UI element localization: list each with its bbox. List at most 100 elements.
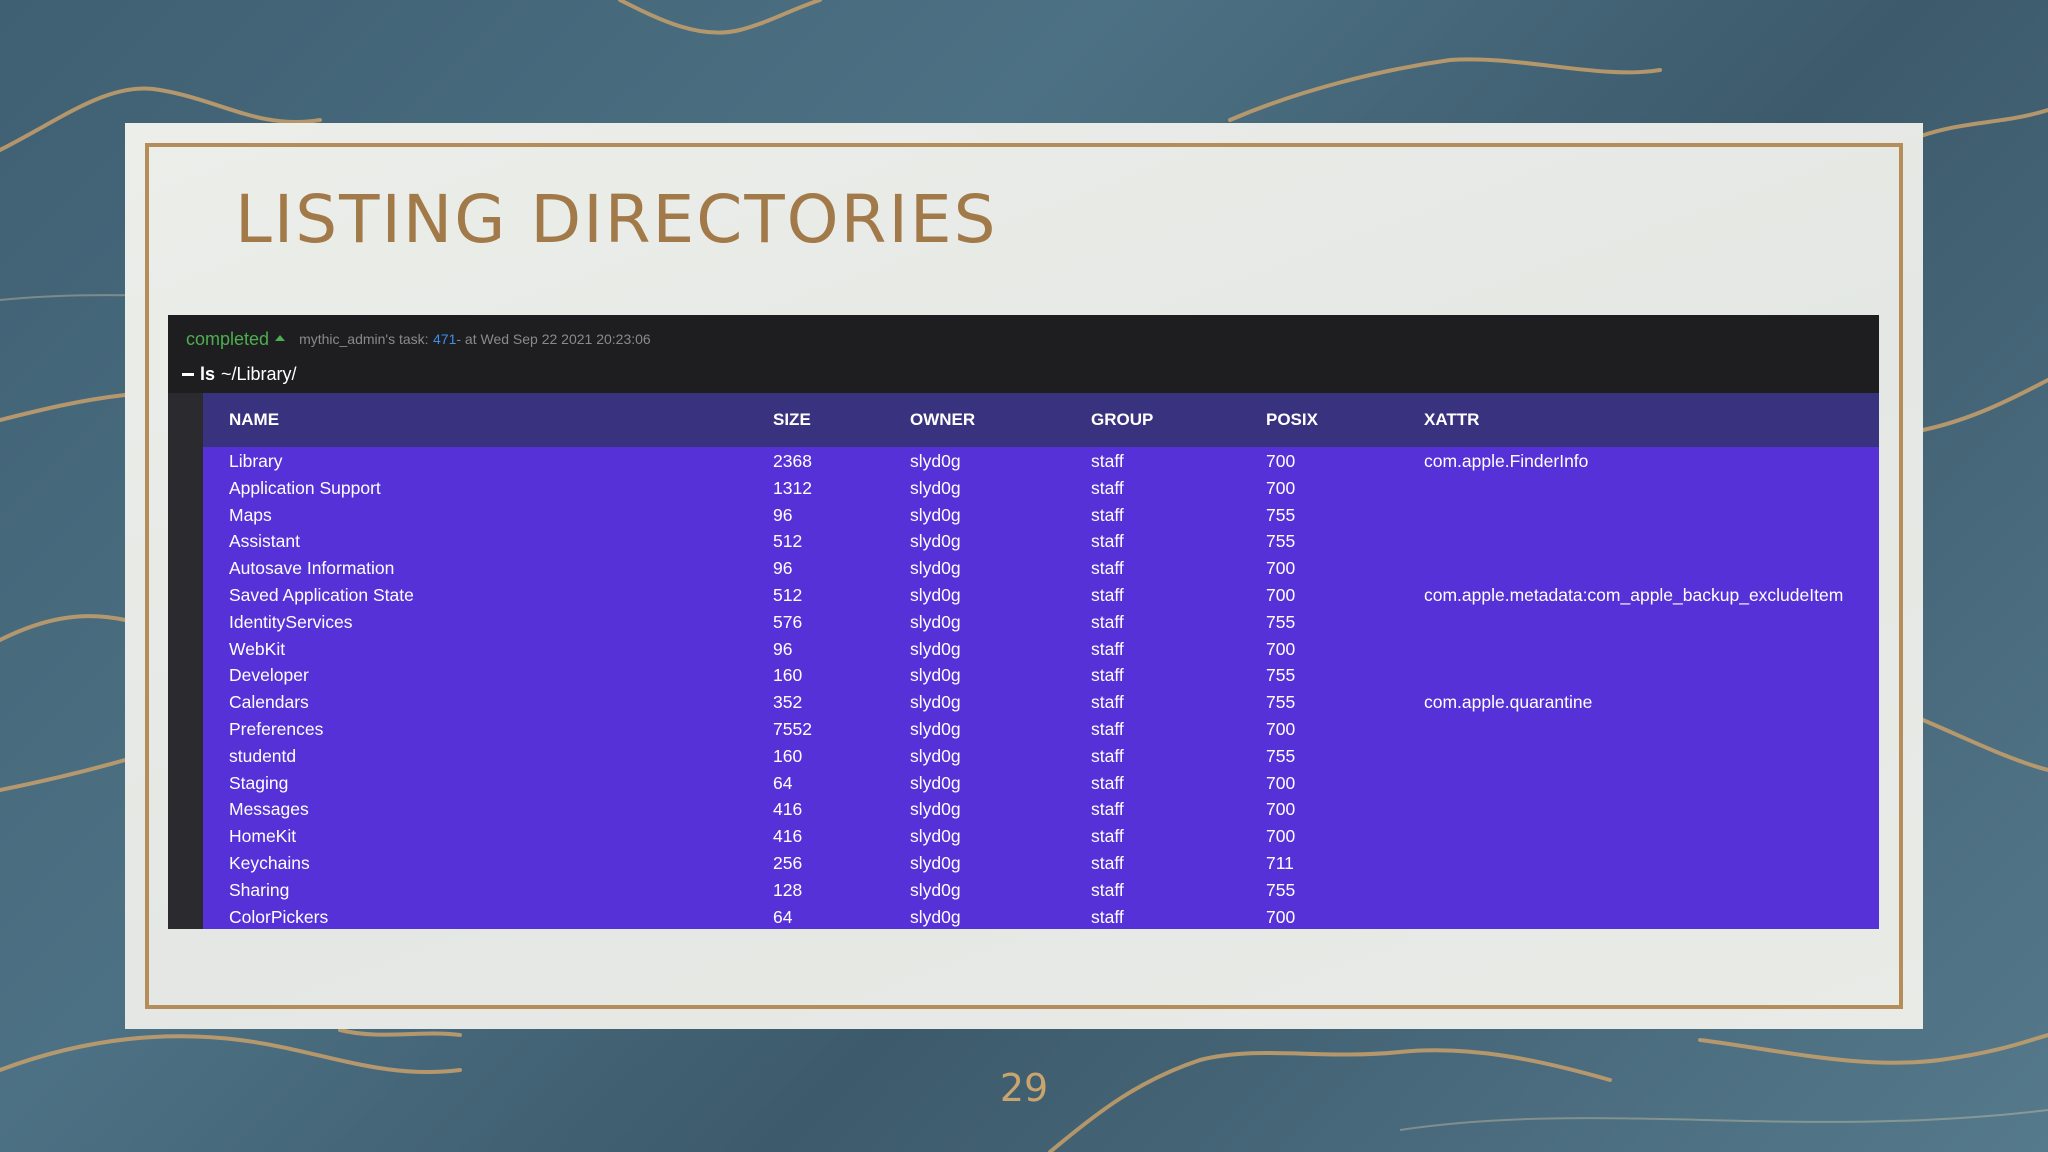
cell-posix: 700	[1266, 826, 1296, 847]
cell-posix: 755	[1266, 879, 1296, 900]
collapse-dash-icon[interactable]	[182, 372, 194, 376]
table-row[interactable]: Assistant 512 slyd0g staff 755	[203, 527, 1879, 554]
cell-name: Autosave Information	[229, 558, 395, 579]
table-row[interactable]: WebKit 96 slyd0g staff 700	[203, 635, 1879, 662]
cell-group: staff	[1091, 852, 1124, 873]
cell-size: 1312	[773, 477, 812, 498]
task-status-label[interactable]: completed	[186, 329, 269, 350]
task-id-link[interactable]: 471	[433, 331, 456, 347]
cell-name: Maps	[229, 504, 272, 525]
cell-size: 352	[773, 692, 803, 713]
cell-size: 128	[773, 879, 803, 900]
cell-owner: slyd0g	[910, 477, 961, 498]
slide-card: LISTING DIRECTORIES completed mythic_adm…	[125, 123, 1923, 1029]
command-name: ls	[200, 363, 216, 384]
cell-owner: slyd0g	[910, 799, 961, 820]
cell-group: staff	[1091, 799, 1124, 820]
cell-name: HomeKit	[229, 826, 297, 847]
command-line: ls ~/Library/	[182, 361, 297, 387]
cell-posix: 700	[1266, 906, 1296, 927]
cell-group: staff	[1091, 745, 1124, 766]
cell-group: staff	[1091, 665, 1124, 686]
column-header-xattr[interactable]: XATTR	[1424, 410, 1479, 430]
table-row[interactable]: Developer 160 slyd0g staff 755	[203, 661, 1879, 688]
cell-group: staff	[1091, 451, 1124, 471]
cell-name: IdentityServices	[229, 611, 353, 632]
cell-owner: slyd0g	[910, 558, 961, 579]
cell-group: staff	[1091, 692, 1124, 713]
cell-group: staff	[1091, 906, 1124, 927]
cell-owner: slyd0g	[910, 451, 961, 471]
column-header-group[interactable]: GROUP	[1091, 410, 1153, 430]
cell-size: 96	[773, 558, 793, 579]
column-header-size[interactable]: SIZE	[773, 410, 811, 430]
cell-owner: slyd0g	[910, 504, 961, 525]
cell-group: staff	[1091, 611, 1124, 632]
table-row[interactable]: Saved Application State 512 slyd0g staff 700…	[203, 581, 1879, 608]
cell-owner: slyd0g	[910, 692, 961, 713]
cell-owner: slyd0g	[910, 531, 961, 552]
cell-name: Developer	[229, 665, 309, 686]
caret-up-icon[interactable]	[275, 334, 286, 341]
cell-posix: 700	[1266, 772, 1296, 793]
cell-owner: slyd0g	[910, 906, 961, 927]
cell-posix: 700	[1266, 718, 1296, 739]
cell-owner: slyd0g	[910, 879, 961, 900]
table-row[interactable]: Library 2368 slyd0g staff 700 com.apple.Finde…	[203, 447, 1879, 474]
table-row[interactable]: Maps 96 slyd0g staff 755	[203, 501, 1879, 528]
table-row[interactable]: Sharing 128 slyd0g staff 755	[203, 876, 1879, 903]
cell-name: Messages	[229, 799, 309, 820]
cell-size: 96	[773, 638, 793, 659]
column-header-name[interactable]: NAME	[229, 410, 279, 430]
cell-posix: 755	[1266, 692, 1296, 713]
table-row[interactable]: studentd 160 slyd0g staff 755	[203, 742, 1879, 769]
cell-owner: slyd0g	[910, 826, 961, 847]
cell-name: WebKit	[229, 638, 286, 659]
cell-size: 160	[773, 745, 803, 766]
table-row[interactable]: Staging 64 slyd0g staff 700	[203, 769, 1879, 796]
column-header-posix[interactable]: POSIX	[1266, 410, 1318, 430]
task-output-panel: completed mythic_admin's task: 471 - at …	[168, 315, 1879, 929]
cell-name: Calendars	[229, 692, 309, 713]
cell-owner: slyd0g	[910, 718, 961, 739]
cell-posix: 755	[1266, 531, 1296, 552]
cell-group: staff	[1091, 718, 1124, 739]
file-listing-area: NAME SIZE OWNER GROUP POSIX XATTR Librar…	[168, 393, 1879, 929]
column-header-owner[interactable]: OWNER	[910, 410, 975, 430]
table-row[interactable]: Keychains 256 slyd0g staff 711	[203, 849, 1879, 876]
table-row[interactable]: Preferences 7552 slyd0g staff 700	[203, 715, 1879, 742]
task-meta-prefix: mythic_admin's task:	[299, 331, 429, 347]
cell-size: 7552	[773, 718, 812, 739]
task-status-line: completed mythic_admin's task: 471 - at …	[186, 327, 651, 351]
cell-owner: slyd0g	[910, 611, 961, 632]
cell-xattr: com.apple.metadata:com_apple_backup_excl…	[1424, 584, 1844, 605]
task-meta-suffix: - at Wed Sep 22 2021 20:23:06	[456, 331, 651, 347]
cell-size: 512	[773, 531, 803, 552]
table-header-row: NAME SIZE OWNER GROUP POSIX XATTR	[203, 393, 1879, 447]
table-row[interactable]: ColorPickers 64 slyd0g staff 700	[203, 903, 1879, 929]
cell-size: 96	[773, 504, 793, 525]
cell-xattr: com.apple.FinderInfo	[1424, 451, 1589, 471]
cell-posix: 700	[1266, 477, 1296, 498]
cell-group: staff	[1091, 772, 1124, 793]
table-row[interactable]: Application Support 1312 slyd0g staff 700	[203, 474, 1879, 501]
cell-size: 256	[773, 852, 803, 873]
cell-group: staff	[1091, 504, 1124, 525]
cell-size: 512	[773, 584, 803, 605]
table-row[interactable]: Autosave Information 96 slyd0g staff 700	[203, 554, 1879, 581]
cell-posix: 700	[1266, 584, 1296, 605]
cell-size: 416	[773, 799, 803, 820]
table-row[interactable]: IdentityServices 576 slyd0g staff 755	[203, 608, 1879, 635]
table-row[interactable]: HomeKit 416 slyd0g staff 700	[203, 822, 1879, 849]
cell-size: 416	[773, 826, 803, 847]
cell-group: staff	[1091, 477, 1124, 498]
table-row[interactable]: Calendars 352 slyd0g staff 755 com.apple.quar…	[203, 688, 1879, 715]
cell-group: staff	[1091, 638, 1124, 659]
cell-size: 2368	[773, 451, 812, 471]
cell-name: Keychains	[229, 852, 310, 873]
cell-name: Application Support	[229, 477, 381, 498]
cell-posix: 700	[1266, 638, 1296, 659]
table-row[interactable]: Messages 416 slyd0g staff 700	[203, 795, 1879, 822]
cell-name: Library	[229, 451, 283, 471]
cell-size: 576	[773, 611, 803, 632]
